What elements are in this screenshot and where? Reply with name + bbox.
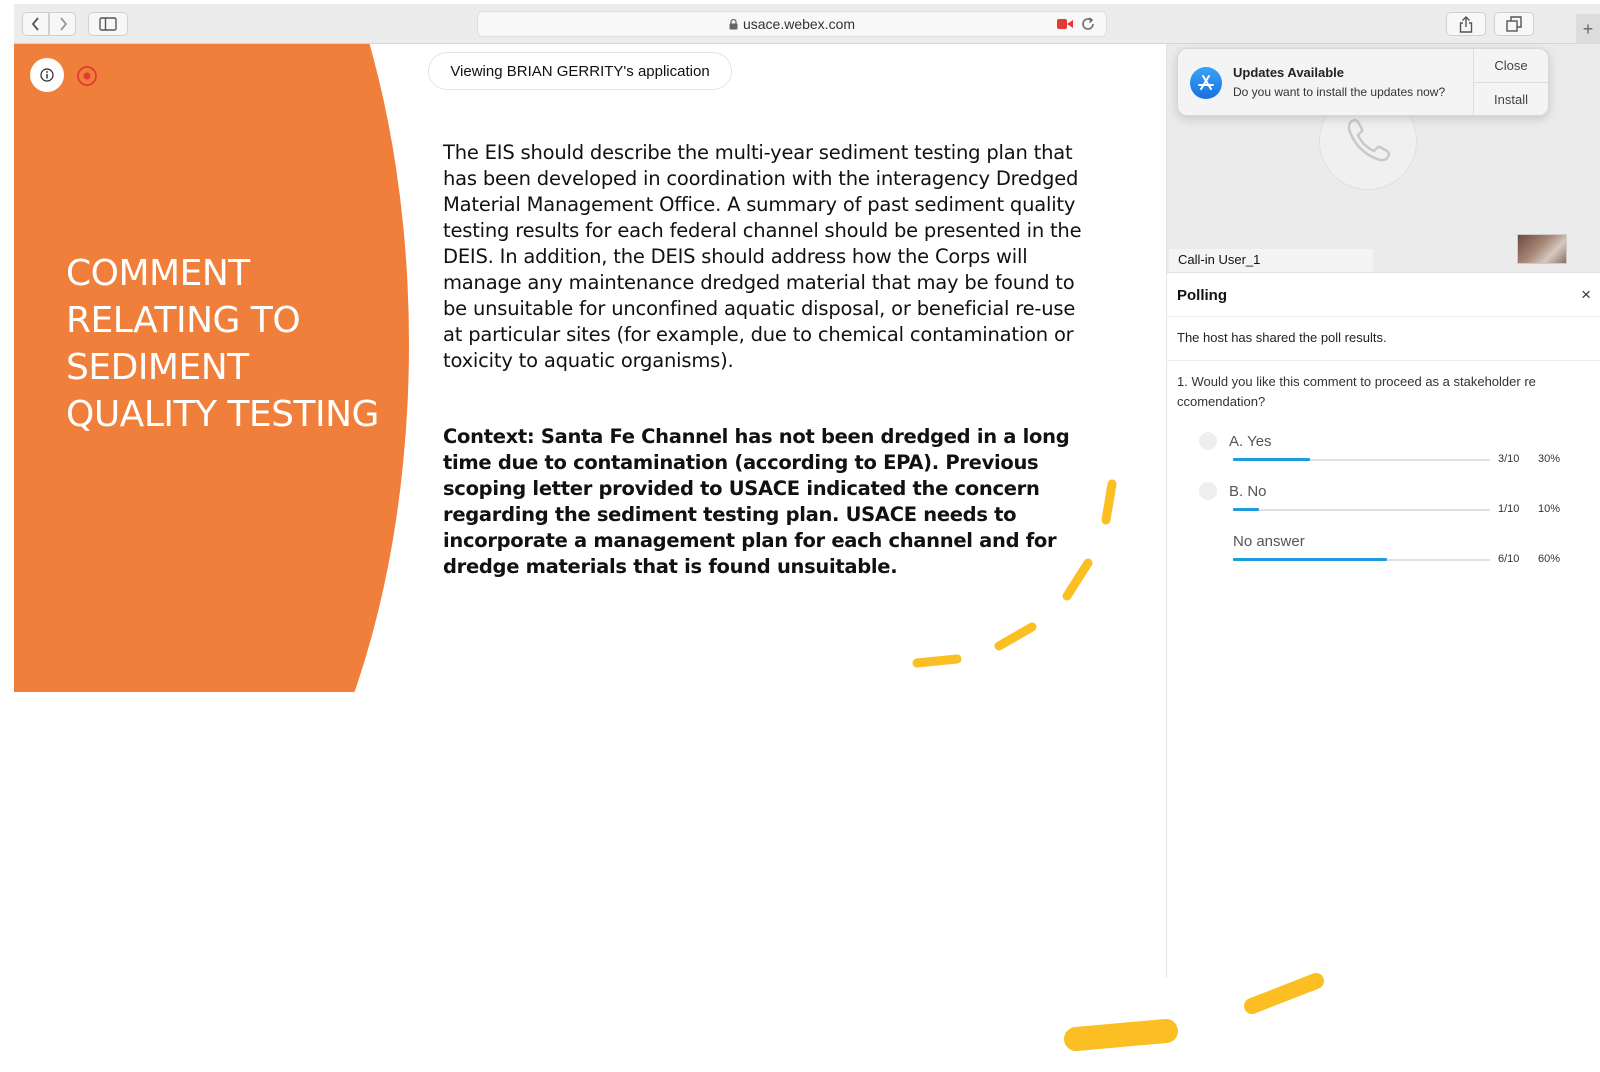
option-result-bar bbox=[1233, 508, 1490, 511]
option-label: B. No bbox=[1229, 483, 1267, 500]
poll-option: B. No 1/10 10% bbox=[1167, 482, 1600, 532]
info-icon bbox=[40, 68, 54, 82]
option-percent: 60% bbox=[1538, 553, 1561, 565]
poll-question: 1. Would you like this comment to procee… bbox=[1177, 374, 1536, 409]
notification-install-button[interactable]: Install bbox=[1474, 83, 1548, 115]
polling-header: Polling × bbox=[1167, 272, 1600, 317]
lock-icon bbox=[729, 18, 738, 29]
tabs-overview-button[interactable] bbox=[1494, 12, 1534, 36]
notification-close-button[interactable]: Close bbox=[1474, 49, 1548, 82]
option-label: No answer bbox=[1233, 533, 1305, 550]
option-count: 1/10 bbox=[1498, 503, 1520, 515]
viewing-application-label: Viewing BRIAN GERRITY's application bbox=[428, 52, 732, 90]
option-result-bar bbox=[1233, 558, 1490, 561]
option-result-fill bbox=[1233, 508, 1259, 511]
slide-paragraph: The EIS should describe the multi-year s… bbox=[443, 141, 1082, 372]
plus-icon: + bbox=[1582, 18, 1594, 39]
share-button[interactable] bbox=[1446, 12, 1486, 36]
option-radio[interactable] bbox=[1199, 482, 1217, 500]
back-button[interactable] bbox=[22, 12, 49, 36]
option-result-fill bbox=[1233, 458, 1311, 461]
poll-option: No answer 6/10 60% bbox=[1167, 532, 1600, 582]
app-store-icon bbox=[1190, 67, 1222, 99]
polling-title: Polling bbox=[1177, 287, 1227, 304]
option-radio[interactable] bbox=[1199, 432, 1217, 450]
info-button[interactable] bbox=[30, 58, 64, 92]
participant-name-label: Call-in User_1 bbox=[1169, 249, 1373, 272]
option-count: 6/10 bbox=[1498, 553, 1520, 565]
option-percent: 10% bbox=[1538, 503, 1561, 515]
poll-shared-message: The host has shared the poll results. bbox=[1177, 330, 1387, 345]
option-label: A. Yes bbox=[1229, 433, 1272, 450]
slide-title-panel: COMMENT RELATING TO SEDIMENT QUALITY TES… bbox=[14, 44, 414, 692]
shared-slide: COMMENT RELATING TO SEDIMENT QUALITY TES… bbox=[14, 44, 1166, 692]
chevron-left-icon bbox=[31, 17, 39, 31]
self-video-thumbnail[interactable] bbox=[1517, 234, 1567, 264]
share-icon bbox=[1459, 15, 1473, 33]
reload-icon[interactable] bbox=[1080, 16, 1096, 32]
tabs-icon bbox=[1506, 16, 1522, 32]
annotation-stroke bbox=[1244, 973, 1324, 1014]
record-button[interactable] bbox=[76, 65, 98, 87]
url-text: usace.webex.com bbox=[742, 16, 856, 32]
forward-button[interactable] bbox=[49, 12, 76, 36]
sidebar-toggle-button[interactable] bbox=[88, 12, 128, 36]
slide-title: COMMENT RELATING TO SEDIMENT QUALITY TES… bbox=[66, 253, 379, 435]
slide-context: Context: Santa Fe Channel has not been d… bbox=[443, 425, 1070, 578]
option-count: 3/10 bbox=[1498, 453, 1520, 465]
option-result-fill bbox=[1233, 558, 1388, 561]
record-icon bbox=[77, 66, 97, 86]
polling-close-icon[interactable]: × bbox=[1581, 285, 1591, 305]
annotation-stroke bbox=[1064, 1019, 1178, 1051]
new-tab-button[interactable]: + bbox=[1576, 14, 1600, 44]
chevron-right-icon bbox=[59, 17, 67, 31]
updates-notification: Updates Available Do you want to install… bbox=[1177, 48, 1549, 116]
right-panel: Call-in User_1 Polling × The host has sh… bbox=[1166, 44, 1600, 978]
sidebar-icon bbox=[99, 17, 117, 31]
option-percent: 30% bbox=[1538, 453, 1561, 465]
poll-divider bbox=[1167, 360, 1600, 361]
notification-body: Do you want to install the updates now? bbox=[1233, 85, 1446, 99]
poll-option: A. Yes 3/10 30% bbox=[1167, 432, 1600, 482]
option-result-bar bbox=[1233, 458, 1490, 461]
phone-icon bbox=[1347, 118, 1391, 162]
browser-toolbar: usace.webex.com + bbox=[14, 4, 1600, 44]
recording-camera-icon bbox=[1057, 19, 1073, 29]
address-bar[interactable]: usace.webex.com bbox=[477, 11, 1107, 37]
notification-title: Updates Available bbox=[1233, 65, 1345, 80]
